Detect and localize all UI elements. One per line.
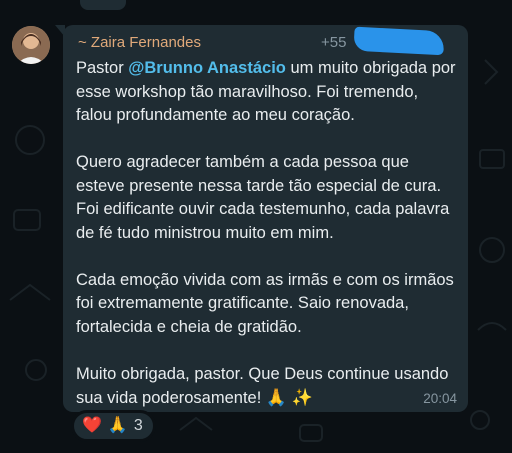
message-paragraph-4: Muito obrigada, pastor. Que Deus continu…: [76, 363, 456, 411]
message-bubble[interactable]: ~ Zaira Fernandes +55 Pastor @Brunno Ana…: [63, 25, 468, 412]
reaction-count: 3: [133, 417, 143, 434]
closing-emojis: 🙏 ✨: [265, 388, 313, 407]
redaction-mark: [353, 26, 445, 56]
reaction-bar[interactable]: ❤️ 🙏 3: [71, 410, 156, 442]
avatar[interactable]: [12, 26, 50, 64]
message-paragraph-1: Pastor @Brunno Anastácio um muito obriga…: [76, 57, 456, 128]
message-text: Muito obrigada, pastor. Que Deus continu…: [76, 364, 449, 408]
sender-phone: +55: [321, 34, 347, 51]
message-prefix: Pastor: [76, 59, 124, 77]
message-timestamp: 20:04: [423, 391, 457, 406]
message-paragraph-3: Cada emoção vivida com as irmãs e com os…: [76, 270, 454, 336]
mention-link[interactable]: @Brunno Anastácio: [128, 59, 286, 77]
previous-message-reaction[interactable]: [78, 0, 128, 12]
sender-name[interactable]: ~ Zaira Fernandes: [78, 33, 201, 53]
pray-reaction-icon: 🙏: [107, 417, 128, 434]
heart-reaction-icon: ❤️: [82, 417, 102, 434]
sender-row: ~ Zaira Fernandes +55: [76, 26, 456, 57]
message-paragraph-2: Quero agradecer também a cada pessoa que…: [76, 153, 450, 242]
